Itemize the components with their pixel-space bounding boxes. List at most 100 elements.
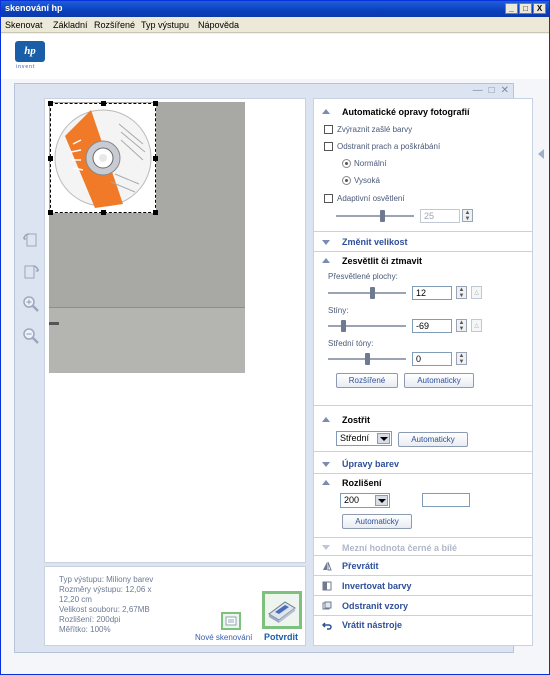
fade-label: Zvýraznit zašlé barvy — [337, 125, 413, 134]
divider — [314, 595, 532, 596]
divider — [314, 231, 532, 232]
resolution-text: Rozlišení: 200dpi — [59, 615, 121, 624]
shadows-label: Stíny: — [328, 306, 349, 315]
divider — [314, 451, 532, 452]
expand-threshold-icon — [322, 545, 330, 550]
new-scan-icon — [225, 616, 237, 626]
adaptive-value-input[interactable]: 25 — [420, 209, 460, 223]
resize-title[interactable]: Změnit velikost — [342, 237, 408, 247]
fade-checkbox[interactable] — [324, 125, 333, 134]
flip-action[interactable]: Převrátit — [342, 561, 379, 571]
menu-bar: Skenovat Základní Rozšířené Typ výstupu … — [1, 17, 549, 33]
expand-color-icon[interactable] — [322, 462, 330, 467]
preview-tools — [19, 228, 47, 356]
lighten-title[interactable]: Zesvětlit či ztmavit — [342, 256, 422, 266]
menu-item-scan[interactable]: Skenovat — [5, 20, 43, 30]
resize-handle[interactable] — [153, 101, 158, 106]
slider-thumb[interactable] — [365, 353, 370, 365]
chevron-down-icon[interactable] — [375, 495, 388, 506]
midtones-spinner[interactable]: ▲ ▼ — [456, 352, 467, 365]
high-label: Vysoká — [354, 176, 380, 185]
resolution-value: 200 — [344, 495, 360, 505]
expand-resize-icon[interactable] — [322, 240, 330, 245]
output-size-text: Rozměry výstupu: 12,06 x — [59, 585, 152, 594]
new-scan-button[interactable] — [221, 612, 241, 630]
auto-fix-title[interactable]: Automatické opravy fotografií — [342, 107, 470, 117]
resize-handle[interactable] — [48, 156, 53, 161]
new-scan-label[interactable]: Nové skenování — [195, 633, 252, 642]
frame-controls: — □ ✕ — [473, 85, 509, 96]
collapse-resolution-icon[interactable] — [322, 480, 330, 485]
app-window: skenování hp _ □ X Skenovat Základní Roz… — [0, 0, 550, 675]
cd-disc-image — [54, 109, 152, 208]
normal-radio[interactable] — [342, 159, 351, 168]
color-title[interactable]: Úpravy barev — [342, 459, 399, 469]
resize-handle[interactable] — [48, 210, 53, 215]
frame-minimize-icon[interactable]: — — [473, 85, 483, 96]
resize-handle[interactable] — [153, 210, 158, 215]
adaptive-checkbox[interactable] — [324, 194, 333, 203]
resolution-custom-input[interactable] — [422, 493, 470, 507]
menu-item-help[interactable]: Nápověda — [198, 20, 239, 30]
confirm-label[interactable]: Potvrdit — [264, 632, 298, 642]
resize-handle[interactable] — [48, 101, 53, 106]
high-radio[interactable] — [342, 176, 351, 185]
maximize-button[interactable]: □ — [519, 3, 532, 14]
collapse-sharpen-icon[interactable] — [322, 417, 330, 422]
adaptive-slider[interactable] — [336, 209, 414, 223]
sharpen-select[interactable]: Střední — [336, 431, 392, 446]
remove-patterns-action[interactable]: Odstranit vzory — [342, 601, 408, 611]
output-size-text-cont: 12,20 cm — [59, 595, 92, 604]
restore-tools-action[interactable]: Vrátit nástroje — [342, 620, 402, 630]
shadows-slider[interactable] — [328, 319, 406, 333]
resize-handle[interactable] — [101, 210, 106, 215]
midtones-value-input[interactable]: 0 — [412, 352, 452, 366]
frame-restore-icon[interactable]: □ — [489, 85, 495, 96]
zoom-out-icon[interactable] — [19, 324, 43, 348]
resize-handle[interactable] — [153, 156, 158, 161]
slider-thumb[interactable] — [380, 210, 385, 222]
shadows-spinner[interactable]: ▲ ▼ — [456, 319, 467, 332]
shadows-reset-icon[interactable]: △ — [471, 319, 482, 332]
highlights-value-input[interactable]: 12 — [412, 286, 452, 300]
sharpen-title[interactable]: Zostřit — [342, 415, 370, 425]
adaptive-spinner[interactable]: ▲ ▼ — [462, 209, 473, 222]
chevron-down-icon[interactable] — [377, 433, 390, 444]
highlights-spinner[interactable]: ▲ ▼ — [456, 286, 467, 299]
zoom-in-icon[interactable] — [19, 292, 43, 316]
resolution-select[interactable]: 200 — [340, 493, 390, 508]
file-size-text: Velikost souboru: 2,67MB — [59, 605, 150, 614]
frame-close-icon[interactable]: ✕ — [501, 85, 509, 96]
highlights-reset-icon[interactable]: △ — [471, 286, 482, 299]
undo-icon — [322, 622, 332, 630]
slider-thumb[interactable] — [341, 320, 346, 332]
menu-item-advanced[interactable]: Rozšířené — [94, 20, 135, 30]
sharpen-auto-button[interactable]: Automaticky — [398, 432, 468, 447]
shadows-value-input[interactable]: -69 — [412, 319, 452, 333]
divider — [314, 405, 532, 406]
collapse-lighten-icon[interactable] — [322, 258, 330, 263]
midtones-slider[interactable] — [328, 352, 406, 366]
rotate-right-icon[interactable] — [19, 260, 43, 284]
rotate-left-icon[interactable] — [19, 228, 43, 252]
resolution-title[interactable]: Rozlišení — [342, 478, 382, 488]
collapse-auto-fix-icon[interactable] — [322, 109, 330, 114]
confirm-button[interactable] — [262, 591, 302, 629]
invert-colors-action[interactable]: Invertovat barvy — [342, 581, 412, 591]
slider-thumb[interactable] — [370, 287, 375, 299]
menu-item-output-type[interactable]: Typ výstupu — [141, 20, 189, 30]
scale-text: Měřítko: 100% — [59, 625, 111, 634]
minimize-button[interactable]: _ — [505, 3, 518, 14]
close-button[interactable]: X — [533, 3, 546, 14]
selection-box[interactable] — [48, 101, 158, 215]
dust-checkbox[interactable] — [324, 142, 333, 151]
advanced-button[interactable]: Rozšířené — [336, 373, 398, 388]
midtones-label: Střední tóny: — [328, 339, 374, 348]
expand-right-icon[interactable] — [538, 149, 544, 159]
highlights-slider[interactable] — [328, 286, 406, 300]
resolution-auto-button[interactable]: Automaticky — [342, 514, 412, 529]
resize-handle[interactable] — [101, 101, 106, 106]
menu-item-basic[interactable]: Základní — [53, 20, 88, 30]
lighten-auto-button[interactable]: Automaticky — [404, 373, 474, 388]
scanned-image — [48, 101, 245, 373]
